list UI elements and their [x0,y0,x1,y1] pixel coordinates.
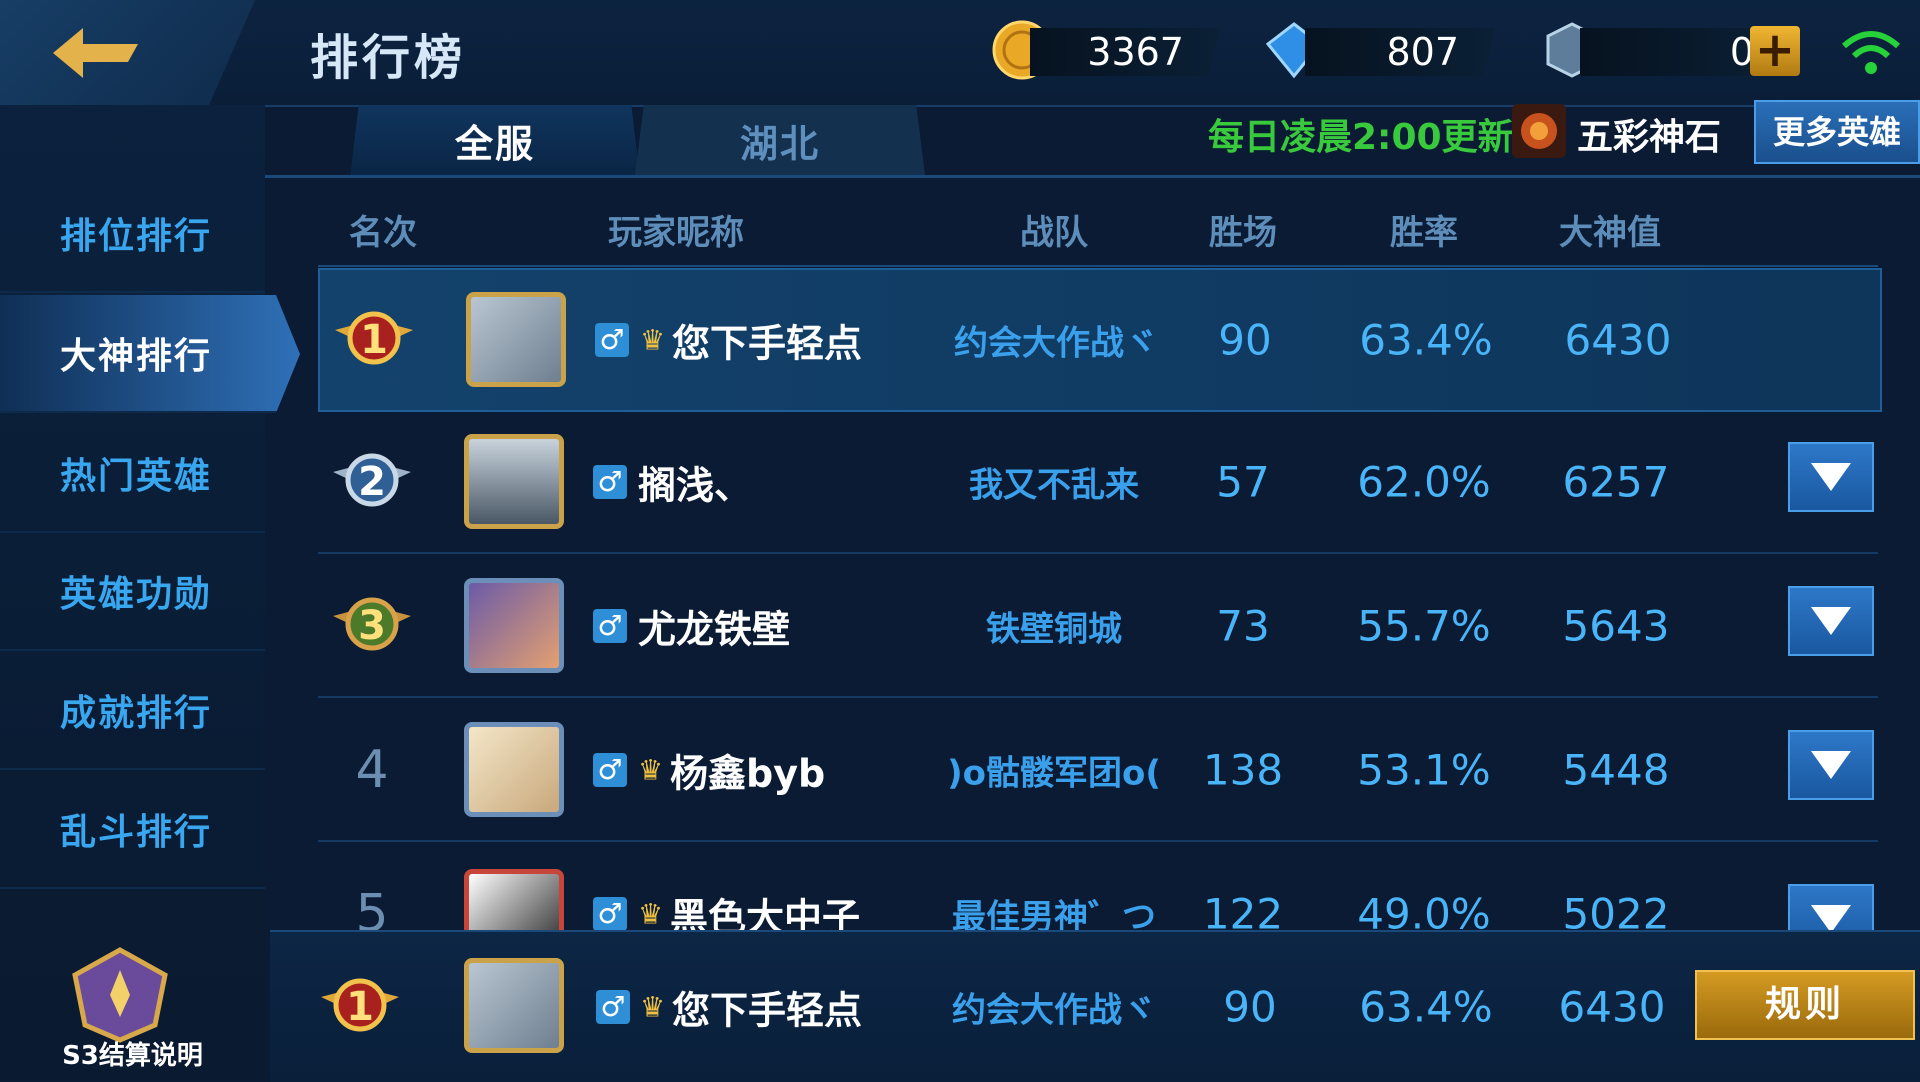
table-row[interactable]: 3 ♂ 尤龙铁壁 铁壁铜城 73 55.7% 5643 [318,556,1878,698]
player-name[interactable]: 杨鑫byb [670,743,825,798]
master-score: 5643 [1562,601,1670,651]
column-wins: 胜场 [1209,213,1277,253]
avatar[interactable] [464,578,564,673]
sidebar-item-hot-heroes[interactable]: 热门英雄 [0,415,265,533]
avatar[interactable] [466,292,566,387]
player-name[interactable]: 搁浅、 [638,455,752,510]
tab-hubei[interactable]: 湖北 [635,105,925,175]
my-win-rate: 63.4% [1359,982,1493,1032]
expand-button[interactable] [1788,442,1874,512]
five-color-stone-label[interactable]: 五彩神石 [1577,108,1721,160]
chevron-down-icon [1811,607,1851,635]
expand-button[interactable] [1788,730,1874,800]
master-score: 5448 [1562,745,1670,795]
sidebar-item-brawl[interactable]: 乱斗排行 [0,771,265,889]
season-note[interactable]: S3结算说明 [0,1035,265,1072]
crown-icon: ♛ [640,990,666,1024]
win-rate: 49.0% [1357,889,1491,931]
chevron-down-icon [1811,463,1851,491]
table-row[interactable]: 2 ♂ 搁浅、 我又不乱来 57 62.0% 6257 [318,412,1878,554]
avatar[interactable] [464,722,564,817]
wins: 122 [1202,889,1284,931]
master-score: 6430 [1564,315,1672,365]
crown-icon: ♛ [638,897,664,931]
male-icon: ♂ [593,465,627,499]
tab-divider [265,175,1920,178]
back-button[interactable] [0,0,255,105]
tab-all-server[interactable]: 全服 [350,105,640,178]
wins: 90 [1218,315,1272,365]
sidebar-item-master-rank[interactable]: 大神排行 [0,295,300,413]
my-rank-bar: 1 ♂ ♛ 您下手轻点 约会大作战ヾ 90 63.4% 6430 [270,930,1920,1082]
sidebar-item-rank[interactable]: 排位排行 [0,175,265,293]
wins: 138 [1202,745,1284,795]
table-row[interactable]: 1 ♂ ♛ 您下手轻点 约会大作战ヾ 90 63.4% 6430 [318,268,1882,412]
master-score: 5022 [1562,889,1670,931]
expand-button[interactable] [1788,884,1874,930]
column-rank: 名次 [349,213,417,253]
chevron-down-icon [1811,751,1851,779]
win-rate: 53.1% [1357,745,1491,795]
my-player-name: 您下手轻点 [672,988,863,1033]
male-icon: ♂ [593,897,627,930]
team-name: 约会大作战ヾ [954,323,1158,364]
column-master-score: 大神值 [1559,213,1661,253]
avatar[interactable] [464,869,564,930]
gold-amount: 3367 [1030,28,1220,76]
column-player-name: 玩家昵称 [608,213,744,253]
win-rate: 62.0% [1357,457,1491,507]
wins: 57 [1216,457,1270,507]
male-icon: ♂ [593,753,627,787]
top-bar: 排行榜 3367 807 0 + [0,0,1920,107]
expand-button[interactable] [1788,586,1874,656]
table-row[interactable]: 4 ♂ ♛ 杨鑫byb )o骷髅军团o( 138 53.1% 5448 [318,700,1878,842]
column-win-rate: 胜率 [1390,213,1458,253]
rules-button[interactable]: 规则 [1695,970,1915,1040]
team-name: )o骷髅军团o( [947,753,1161,794]
chevron-down-icon [1811,905,1851,930]
my-rank-number: 1 [346,984,374,1030]
my-team-name: 约会大作战ヾ [952,990,1156,1031]
season-badge-icon[interactable] [55,945,185,1045]
column-team: 战队 [1020,213,1088,253]
header-divider [318,265,1878,267]
my-avatar[interactable] [464,958,564,1053]
male-icon: ♂ [596,990,630,1024]
more-heroes-button[interactable]: 更多英雄 [1754,100,1920,164]
wifi-icon [1842,31,1900,74]
win-rate: 55.7% [1357,601,1491,651]
male-icon: ♂ [593,609,627,643]
player-name[interactable]: 尤龙铁壁 [638,599,790,654]
team-name: 铁壁铜城 [986,609,1122,650]
recharge-plus-button[interactable]: + [1750,26,1800,76]
player-name[interactable]: 黑色大中子 [670,887,860,931]
sidebar-item-hero-merit[interactable]: 英雄功勋 [0,533,265,651]
crown-icon: ♛ [638,753,664,787]
male-icon: ♂ [595,323,629,357]
rank-number: 3 [358,603,386,649]
win-rate: 63.4% [1359,315,1493,365]
diamond-amount: 807 [1305,28,1495,76]
avatar[interactable] [464,434,564,529]
crown-icon: ♛ [640,323,666,357]
player-name[interactable]: 您下手轻点 [672,313,862,368]
page-title: 排行榜 [310,30,467,86]
rank-number: 1 [360,317,388,363]
rank-number: 4 [355,740,389,800]
sidebar-item-achievement[interactable]: 成就排行 [0,652,265,770]
master-score: 6257 [1562,457,1670,507]
my-master-score: 6430 [1558,982,1666,1032]
wins: 73 [1216,601,1270,651]
team-name: 最佳男神゛つ [952,897,1156,931]
rank-number: 2 [358,459,386,505]
team-name: 我又不乱来 [969,465,1139,506]
table-row[interactable]: 5 ♂ ♛ 黑色大中子 最佳男神゛つ 122 49.0% 5022 [318,844,1878,930]
update-note: 每日凌晨2:00更新 [1208,117,1514,158]
five-color-stone-icon [1512,104,1566,158]
my-wins: 90 [1223,982,1277,1032]
rank-number: 5 [355,884,389,930]
back-arrow-icon [52,27,138,78]
